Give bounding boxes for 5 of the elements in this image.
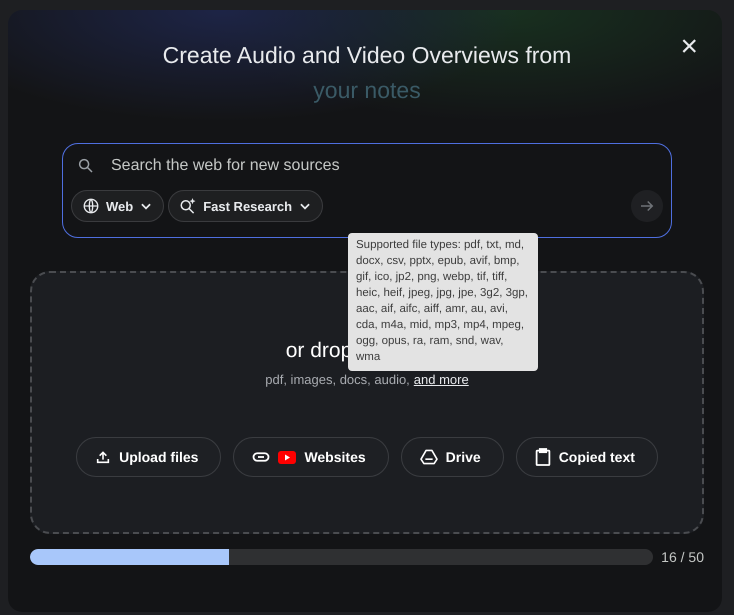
dialog-title: Create Audio and Video Overviews from [162, 42, 572, 69]
source-count: 16 / 50 [661, 549, 704, 565]
file-types-hint: pdf, images, docs, audio, [265, 372, 410, 387]
dialog-subtitle: your notes [313, 77, 421, 104]
tooltip: Supported file types: pdf, txt, md, docx, csv, pptx, epub, avif, bmp, gif, ico, jp2, png, webp, tif, tiff, heic, heif, jpeg, jpg, jpe, 3g2, 3gp, aac, aif, aifc, aiff, amr, au, avi, cda, m4a, mid, mp3, mp4, mpeg, ogg, opus, ra, ram, snd, wav, wma [348, 233, 538, 371]
